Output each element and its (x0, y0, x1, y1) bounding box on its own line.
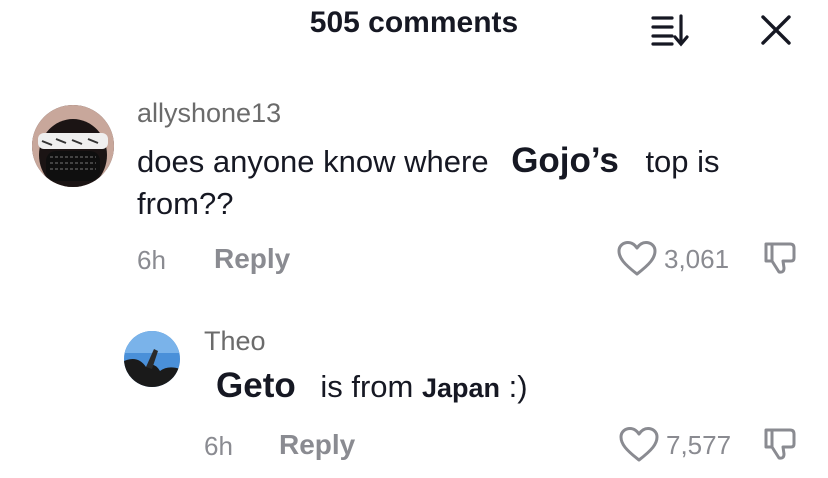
comment-emphasis: Japan (421, 373, 501, 403)
comment-timestamp: 6h (204, 431, 233, 461)
dislike-icon[interactable] (760, 238, 800, 278)
comments-header-title: 505 comments (309, 6, 519, 39)
comment-text-line2: from?? (137, 186, 234, 221)
like-button[interactable]: 7,577 (618, 426, 731, 464)
avatar-image (124, 331, 180, 387)
comment-text: does anyone know where Gojo’s top is (137, 140, 817, 182)
comment-emphasis: Gojo’s (511, 141, 619, 180)
comment-text-part: :) (508, 369, 528, 404)
reply-button[interactable]: Reply (214, 243, 290, 275)
comment-text-part: does anyone know where (137, 144, 489, 179)
avatar[interactable] (32, 105, 114, 187)
like-count: 7,577 (666, 429, 732, 460)
heart-icon (619, 427, 659, 462)
heart-icon (617, 241, 657, 276)
comment-username[interactable]: Theo (204, 326, 266, 357)
avatar-image (32, 105, 114, 187)
sort-descending-icon[interactable] (648, 10, 692, 50)
comment-text: Geto is from Japan :) (216, 365, 776, 409)
comment-username[interactable]: allyshone13 (137, 98, 281, 129)
comment-text-part: top is (645, 144, 720, 179)
like-count: 3,061 (664, 243, 730, 274)
dislike-icon[interactable] (760, 424, 800, 464)
comment-timestamp: 6h (137, 245, 166, 275)
comment-emphasis: Geto (216, 366, 296, 405)
reply-button[interactable]: Reply (279, 429, 355, 461)
close-icon[interactable] (758, 12, 794, 48)
avatar[interactable] (124, 331, 180, 387)
comment-text-part: is from (320, 369, 414, 404)
like-button[interactable]: 3,061 (616, 240, 729, 278)
